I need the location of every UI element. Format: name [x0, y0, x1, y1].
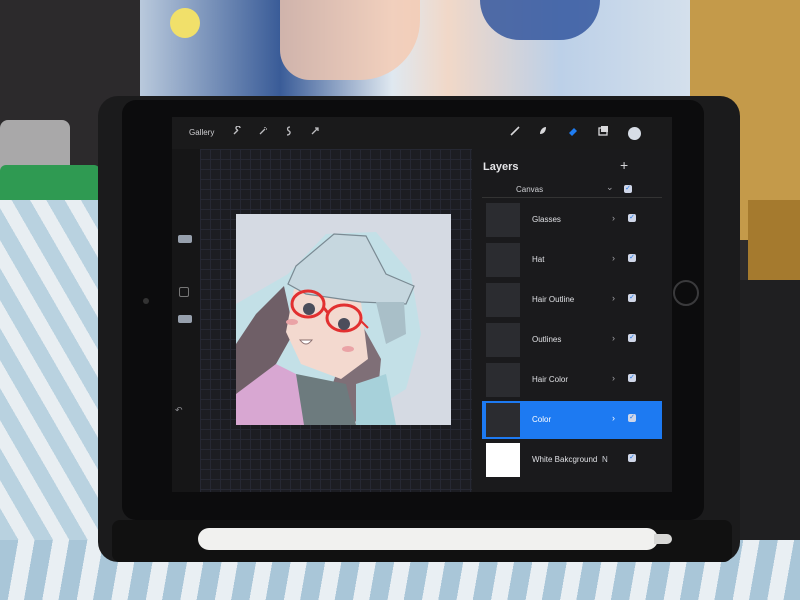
artwork-canvas[interactable]	[236, 214, 451, 425]
layer-row-hair-color[interactable]: Hair Color › ✓	[482, 361, 662, 399]
layer-name: White Bakcground	[532, 455, 598, 464]
selection-icon[interactable]	[284, 126, 294, 140]
blend-mode-label[interactable]: N	[602, 455, 608, 464]
layer-thumbnail	[486, 363, 520, 397]
chevron-right-icon[interactable]: ›	[612, 253, 615, 263]
chevron-right-icon[interactable]: ›	[612, 293, 615, 303]
layer-row-glasses[interactable]: Glasses › ✓	[482, 201, 662, 239]
character-illustration	[236, 214, 451, 425]
checkbox-icon[interactable]: ✓	[628, 454, 636, 462]
checkbox-icon[interactable]: ✓	[628, 254, 636, 262]
layers-panel: Layers + Canvas ⌄ ✓ Glasses › ✓ Hat › ✓ …	[472, 149, 672, 492]
chevron-right-icon[interactable]: ›	[612, 373, 615, 383]
chevron-right-icon[interactable]: ›	[612, 213, 615, 223]
layer-thumbnail	[486, 203, 520, 237]
wrench-icon[interactable]	[232, 125, 242, 140]
checkbox-icon[interactable]: ✓	[628, 414, 636, 422]
layers-icon[interactable]	[596, 125, 610, 139]
layer-name: Color	[532, 415, 552, 424]
background-artwork-sheet	[140, 0, 700, 110]
layer-name: Glasses	[532, 215, 561, 224]
background-sun-shape	[170, 8, 200, 38]
canvas-label: Canvas	[516, 185, 544, 194]
layer-thumbnail	[486, 283, 520, 317]
layer-name: Hair Color	[532, 375, 569, 384]
chevron-right-icon[interactable]: ›	[612, 413, 615, 423]
cardboard-box-side	[748, 200, 800, 290]
add-layer-button[interactable]: +	[620, 157, 628, 173]
brush-size-slider[interactable]	[178, 235, 192, 243]
magic-wand-icon[interactable]	[258, 126, 268, 140]
left-sidebar: ↶	[172, 209, 194, 449]
color-icon[interactable]	[628, 127, 641, 140]
layer-row-hat[interactable]: Hat › ✓	[482, 241, 662, 279]
layer-row-hair-outline[interactable]: Hair Outline › ✓	[482, 281, 662, 319]
undo-icon[interactable]: ↶	[175, 405, 183, 416]
front-camera	[143, 298, 149, 304]
opacity-slider[interactable]	[178, 315, 192, 323]
layer-name: Outlines	[532, 335, 562, 344]
modify-button[interactable]	[179, 287, 189, 297]
layer-name: Hair Outline	[532, 295, 575, 304]
transform-arrow-icon[interactable]	[310, 126, 320, 140]
layer-thumbnail	[486, 243, 520, 277]
layers-title: Layers	[483, 161, 519, 173]
eraser-icon[interactable]	[566, 125, 580, 139]
layer-thumbnail	[486, 443, 520, 477]
home-button[interactable]	[673, 280, 699, 306]
procreate-screen: Gallery ↶ Layers + Canvas ⌄ ✓ Glasses › …	[172, 117, 672, 492]
layer-name: Hat	[532, 255, 545, 264]
top-toolbar: Gallery	[172, 117, 672, 149]
checkbox-icon[interactable]: ✓	[624, 185, 632, 193]
checkbox-icon[interactable]: ✓	[628, 334, 636, 342]
smudge-icon[interactable]	[536, 125, 550, 139]
chevron-right-icon[interactable]: ›	[612, 333, 615, 343]
checkbox-icon[interactable]: ✓	[628, 374, 636, 382]
layer-row-white-background[interactable]: White Bakcground N ✓	[482, 441, 662, 479]
brush-icon[interactable]	[508, 125, 522, 139]
layer-thumbnail	[486, 323, 520, 357]
gallery-button[interactable]: Gallery	[189, 128, 214, 137]
checkbox-icon[interactable]: ✓	[628, 214, 636, 222]
layer-thumbnail	[486, 403, 520, 437]
checkbox-icon[interactable]: ✓	[628, 294, 636, 302]
layer-row-color[interactable]: Color › ✓	[482, 401, 662, 439]
layer-row-outlines[interactable]: Outlines › ✓	[482, 321, 662, 359]
apple-pencil	[198, 528, 672, 550]
chevron-down-icon[interactable]: ⌄	[606, 182, 614, 193]
canvas-row[interactable]: Canvas ⌄ ✓	[482, 181, 662, 198]
